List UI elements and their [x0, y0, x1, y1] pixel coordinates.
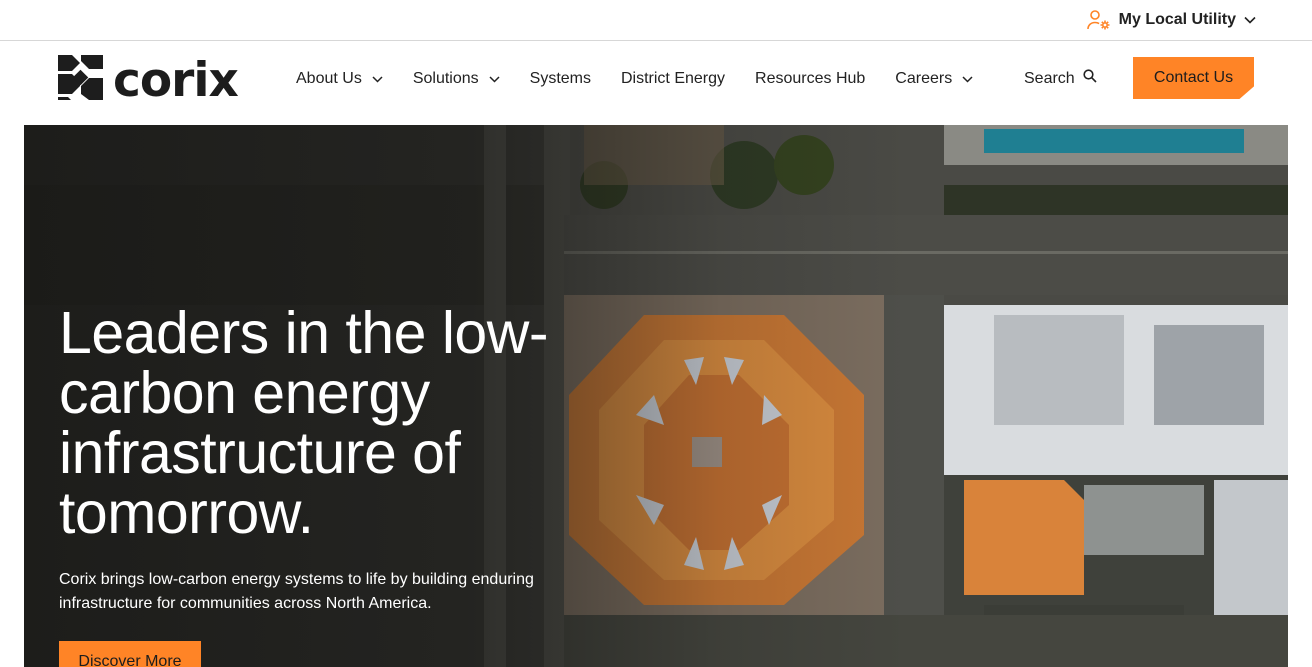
my-local-utility-label: My Local Utility [1118, 11, 1236, 28]
nav-item-about-us[interactable]: About Us [296, 70, 383, 88]
main-navigation: corix About Us Solutions Systems Distric… [0, 42, 1312, 124]
user-gear-icon [1086, 9, 1111, 31]
hero-subtitle: Corix brings low-carbon energy systems t… [59, 571, 534, 612]
utility-bar: My Local Utility [0, 0, 1312, 41]
nav-item-district-energy[interactable]: District Energy [621, 70, 725, 88]
nav-item-label: Resources Hub [755, 70, 866, 87]
my-local-utility-dropdown[interactable]: My Local Utility [1086, 9, 1256, 31]
chevron-down-icon [962, 75, 973, 83]
nav-item-systems[interactable]: Systems [530, 70, 591, 88]
nav-item-label: District Energy [620, 70, 726, 87]
corix-logo[interactable]: corix [58, 52, 239, 108]
search-button[interactable]: Search [1024, 69, 1097, 88]
nav-item-careers[interactable]: Careers [895, 70, 973, 88]
chevron-down-icon [372, 75, 383, 83]
search-icon [1083, 69, 1097, 88]
contact-us-button[interactable]: Contact Us [1133, 57, 1254, 99]
nav-item-label: Systems [529, 70, 591, 87]
nav-item-resources-hub[interactable]: Resources Hub [755, 70, 865, 88]
nav-item-label: Careers [895, 70, 953, 87]
search-label: Search [1024, 69, 1075, 87]
nav-item-label: About Us [296, 70, 362, 87]
corix-logo-mark-icon [58, 55, 103, 105]
logo-wordmark: corix [113, 52, 239, 108]
hero-section: Leaders in the low-carbon energy infrast… [24, 125, 1288, 667]
primary-menu: About Us Solutions Systems District Ener… [296, 68, 1003, 90]
nav-item-solutions[interactable]: Solutions [413, 70, 500, 88]
chevron-down-icon [1244, 16, 1256, 24]
chevron-down-icon [489, 75, 500, 83]
discover-more-button[interactable]: Discover More [59, 641, 201, 667]
hero-title: Leaders in the low-carbon energy infrast… [59, 300, 549, 546]
nav-item-label: Solutions [412, 70, 479, 87]
